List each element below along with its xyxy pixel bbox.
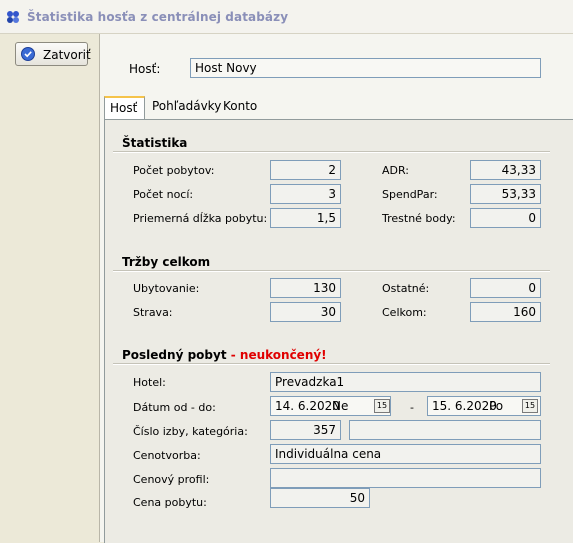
avg-stay-field: 1,5: [270, 208, 341, 228]
food-label: Strava:: [133, 306, 173, 319]
stay-price-field: 50: [270, 488, 370, 508]
tab-receivables[interactable]: Pohľadávky: [147, 96, 221, 118]
penalty-field: 0: [470, 208, 541, 228]
room-number-field: 357: [270, 420, 341, 440]
last-stay-status: - neukončený!: [226, 348, 327, 362]
date-from-value: 14. 6.2020: [275, 399, 340, 413]
penalty-label: Trestné body:: [382, 212, 456, 225]
room-category-field: [349, 420, 541, 440]
stays-label: Počet pobytov:: [133, 164, 215, 177]
hotel-field: Prevadzka1: [270, 372, 541, 392]
close-button-label: Zatvoriť: [43, 48, 91, 62]
last-stay-title: Posledný pobyt: [122, 348, 227, 362]
date-range-label: Dátum od - do:: [133, 401, 216, 414]
title-bar: Štatistika hosťa z centrálnej databázy: [0, 0, 573, 34]
nights-field: 3: [270, 184, 341, 204]
pricing-label: Cenotvorba:: [133, 449, 201, 462]
day-to-value: Po: [489, 399, 504, 413]
food-field: 30: [270, 302, 341, 322]
total-field: 160: [470, 302, 541, 322]
stats-divider: [113, 151, 550, 153]
guest-name-field[interactable]: Host Novy: [190, 58, 541, 78]
stats-heading: Štatistika: [122, 136, 188, 150]
hotel-label: Hotel:: [133, 376, 166, 389]
price-profile-field: [270, 468, 541, 488]
revenue-heading: Tržby celkom: [122, 255, 211, 269]
date-from-calendar-icon[interactable]: 15: [374, 399, 390, 413]
window-title: Štatistika hosťa z centrálnej databázy: [27, 10, 289, 24]
date-to-value: 15. 6.2020: [432, 399, 497, 413]
revenue-divider: [113, 270, 550, 272]
adr-field: 43,33: [470, 160, 541, 180]
tab-account[interactable]: Konto: [218, 96, 258, 118]
avg-stay-label: Priemerná dĺžka pobytu:: [133, 212, 268, 225]
total-label: Celkom:: [382, 306, 427, 319]
room-category-label: Číslo izby, kategória:: [133, 425, 248, 438]
stay-price-label: Cena pobytu:: [133, 496, 207, 509]
pricing-field: Individuálna cena: [270, 444, 541, 464]
tab-guest[interactable]: Hosť: [104, 96, 145, 119]
spendpar-label: SpendPar:: [382, 188, 438, 201]
accommodation-label: Ubytovanie:: [133, 282, 200, 295]
date-from-field[interactable]: 14. 6.2020 Ne: [270, 396, 391, 416]
guest-label: Hosť:: [129, 62, 161, 76]
close-check-icon: [21, 47, 35, 61]
price-profile-label: Cenový profil:: [133, 473, 210, 486]
accommodation-field: 130: [270, 278, 341, 298]
other-label: Ostatné:: [382, 282, 430, 295]
adr-label: ADR:: [382, 164, 410, 177]
app-icon: [7, 11, 19, 23]
date-to-calendar-icon[interactable]: 15: [522, 399, 538, 413]
close-button[interactable]: Zatvoriť: [15, 42, 91, 66]
stays-field: 2: [270, 160, 341, 180]
other-field: 0: [470, 278, 541, 298]
nights-label: Počet nocí:: [133, 188, 194, 201]
left-pane: [0, 34, 100, 542]
last-stay-heading: Posledný pobyt - neukončený!: [122, 348, 327, 362]
last-stay-divider: [113, 363, 550, 365]
day-from-value: Ne: [332, 399, 349, 413]
date-separator: -: [410, 401, 414, 414]
spendpar-field: 53,33: [470, 184, 541, 204]
